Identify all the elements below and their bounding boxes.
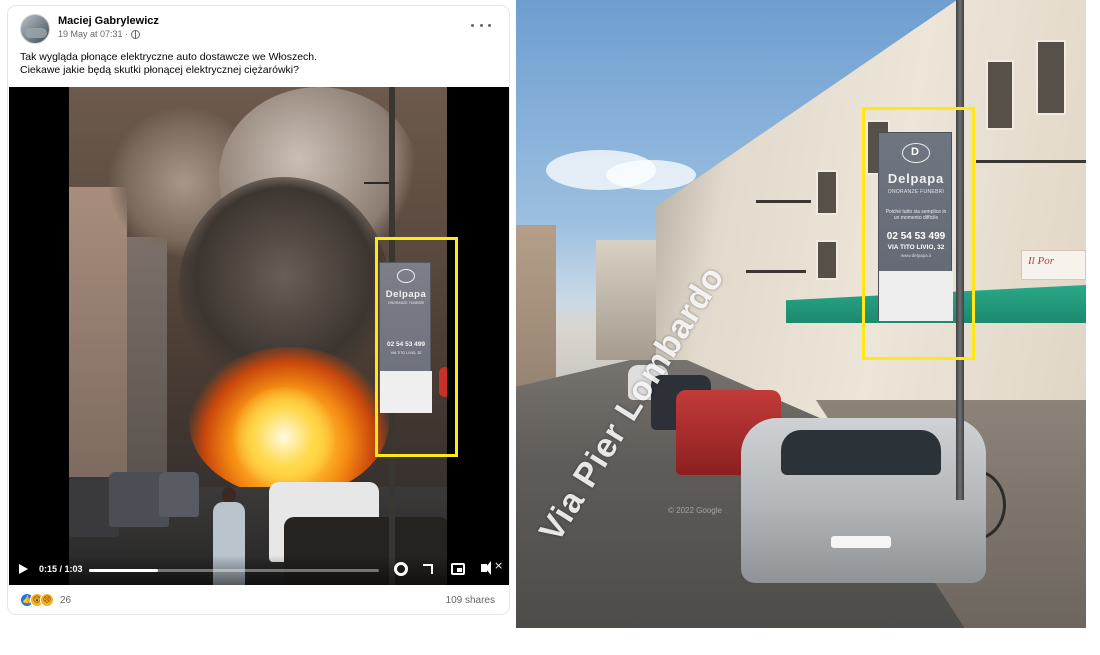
pip-icon[interactable] <box>451 563 465 575</box>
post-text-line-1: Tak wygląda płonące elektryczne auto dos… <box>20 51 318 63</box>
comparison-image: Maciej Gabrylewicz 19 May at 07:31 · Tak… <box>0 0 1100 655</box>
map-watermark: © 2022 Google <box>668 506 722 515</box>
avatar[interactable] <box>20 14 50 44</box>
street-view-image: Il Por Delpapa ONORANZE FUNEBRI Poiché t… <box>516 0 1086 628</box>
highlight-box-street <box>862 107 975 360</box>
window <box>986 60 1014 130</box>
parked-car <box>159 472 199 517</box>
gear-icon[interactable] <box>394 562 408 576</box>
window <box>816 170 838 215</box>
street-label-area: Via Pier Lombardo <box>524 259 732 548</box>
building <box>69 187 127 477</box>
post-date[interactable]: 19 May at 07:31 · <box>58 29 128 39</box>
cloud <box>606 160 696 190</box>
expand-icon[interactable] <box>423 564 433 574</box>
balcony <box>976 160 1086 163</box>
silver-smart-car <box>741 418 986 583</box>
facebook-post: Maciej Gabrylewicz 19 May at 07:31 · Tak… <box>8 6 509 614</box>
post-text: Tak wygląda płonące elektryczne auto dos… <box>20 51 490 77</box>
reactions[interactable]: 👍 😮 😢 26 <box>20 593 71 607</box>
post-footer: 👍 😮 😢 26 109 shares <box>8 589 509 611</box>
fire-core <box>229 387 339 487</box>
building <box>127 237 167 487</box>
post-header: Maciej Gabrylewicz 19 May at 07:31 · <box>8 6 509 48</box>
video-progress-bar[interactable] <box>89 569 379 572</box>
video-time: 0:15 / 1:03 <box>39 564 83 574</box>
reaction-count[interactable]: 26 <box>60 595 71 606</box>
shop-sign-text: Il Por <box>1028 255 1054 267</box>
video-controls: 0:15 / 1:03 <box>9 555 509 585</box>
video-player[interactable]: Delpapa ONORANZE FUNEBRI 02 54 53 499 VI… <box>9 87 509 585</box>
post-author[interactable]: Maciej Gabrylewicz <box>58 15 159 27</box>
window <box>816 240 838 280</box>
more-icon[interactable] <box>471 20 491 30</box>
play-icon[interactable] <box>19 564 28 574</box>
shares-count[interactable]: 109 shares <box>446 595 495 606</box>
post-text-line-2: Ciekawe jakie będą skutki płonącej elekt… <box>20 64 299 76</box>
highlight-box-video <box>375 237 458 457</box>
volume-icon[interactable] <box>481 559 503 575</box>
post-meta: 19 May at 07:31 · <box>58 29 141 39</box>
sad-icon: 😢 <box>40 593 54 607</box>
balcony <box>756 200 811 203</box>
shop-sign: Il Por <box>1021 250 1086 280</box>
balcony <box>746 270 806 273</box>
window <box>1036 40 1066 115</box>
globe-icon <box>131 29 141 39</box>
video-progress-fill <box>89 569 159 572</box>
